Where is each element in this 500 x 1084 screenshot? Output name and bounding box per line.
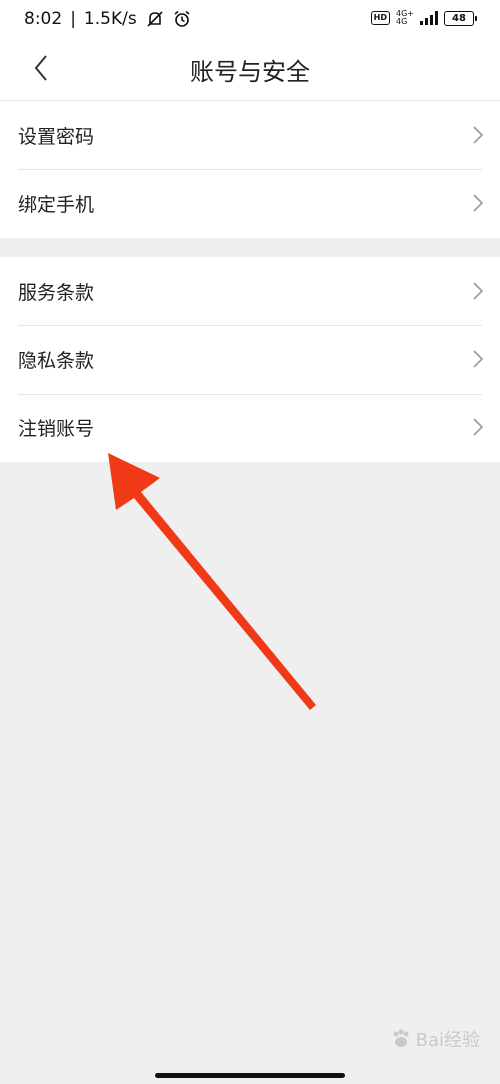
network-bottom: 4G	[396, 17, 408, 26]
chevron-right-icon	[473, 194, 484, 212]
set-password-item[interactable]: 设置密码	[0, 101, 500, 169]
chevron-right-icon	[473, 282, 484, 300]
watermark-text: Bai经验	[415, 1030, 480, 1051]
status-left: 8:02 | 1.5K/s	[24, 9, 191, 29]
alarm-icon	[174, 10, 190, 27]
terms-of-service-item[interactable]: 服务条款	[0, 257, 500, 325]
privacy-policy-item[interactable]: 隐私条款	[0, 325, 500, 393]
delete-account-label: 注销账号	[18, 418, 95, 440]
set-password-label: 设置密码	[18, 126, 95, 148]
bind-phone-label: 绑定手机	[18, 194, 95, 216]
mute-vibrate-icon	[147, 11, 163, 27]
status-bar: 8:02 | 1.5K/s HD 4G+ 4G 48	[0, 0, 500, 38]
delete-account-item[interactable]: 注销账号	[0, 393, 500, 461]
battery-icon: 48	[444, 10, 477, 26]
paw-icon	[393, 1029, 409, 1047]
baidu-watermark: Bai经验	[390, 1026, 480, 1052]
privacy-policy-label: 隐私条款	[18, 350, 95, 372]
terms-of-service-label: 服务条款	[18, 282, 95, 304]
status-time: 8:02	[24, 9, 63, 29]
network-type: 4G+ 4G	[396, 10, 414, 26]
settings-group-account: 设置密码 绑定手机	[0, 101, 500, 238]
chevron-right-icon	[473, 418, 484, 436]
status-separator: |	[70, 9, 76, 29]
status-net-speed: 1.5K/s	[83, 9, 137, 29]
status-right: HD 4G+ 4G 48	[370, 10, 477, 26]
chevron-right-icon	[473, 126, 484, 144]
hd-badge: HD	[370, 11, 390, 25]
settings-group-legal: 服务条款 隐私条款 注销账号	[0, 257, 500, 462]
signal-icon	[420, 11, 438, 25]
bind-phone-item[interactable]: 绑定手机	[0, 169, 500, 237]
home-indicator[interactable]	[155, 1073, 345, 1078]
nav-bar: 账号与安全	[0, 38, 500, 101]
page-title: 账号与安全	[190, 58, 310, 86]
chevron-right-icon	[473, 350, 484, 368]
